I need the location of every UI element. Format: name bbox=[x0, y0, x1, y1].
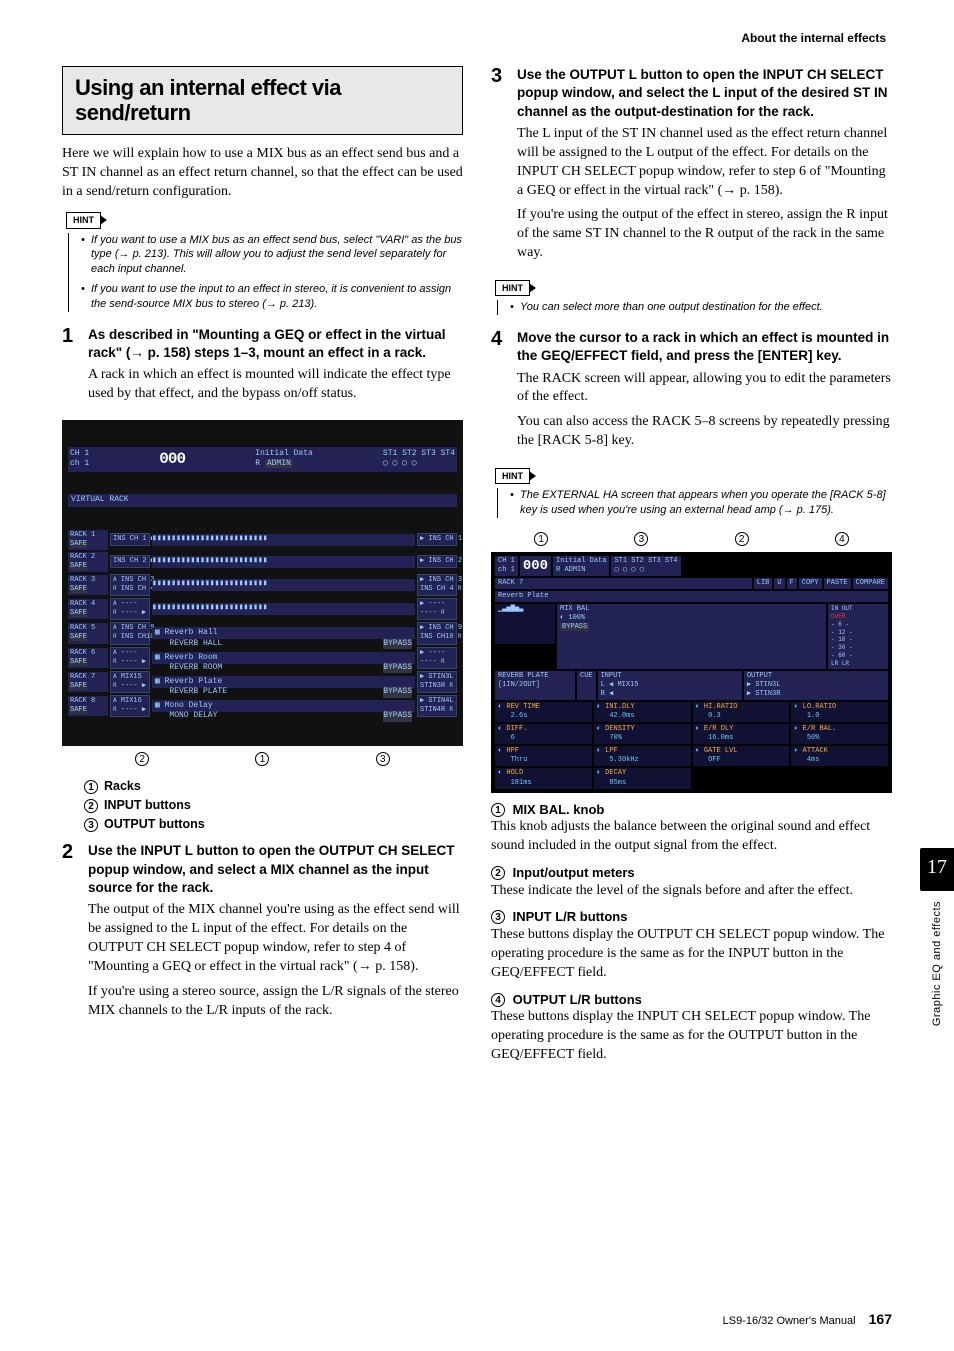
page-number: 167 bbox=[869, 1311, 892, 1327]
hint-item: If you want to use the input to an effec… bbox=[81, 282, 463, 312]
page-footer: LS9-16/32 Owner's Manual 167 bbox=[723, 1310, 892, 1329]
step-heading: Use the INPUT L button to open the OUTPU… bbox=[88, 842, 463, 897]
step-number: 2 bbox=[62, 842, 80, 1026]
step-heading: Use the OUTPUT L button to open the INPU… bbox=[517, 66, 892, 121]
step-number: 4 bbox=[491, 329, 509, 457]
chapter-title: Graphic EQ and effects bbox=[930, 901, 945, 1026]
legend-label: INPUT buttons bbox=[104, 798, 191, 812]
step-number: 1 bbox=[62, 326, 80, 410]
hint-item: If you want to use a MIX bus as an effec… bbox=[81, 233, 463, 278]
right-column: 3 Use the OUTPUT L button to open the IN… bbox=[491, 66, 892, 1071]
step-body: The L input of the ST IN channel used as… bbox=[517, 125, 892, 201]
page-title: Using an internal effect via send/return bbox=[75, 75, 450, 126]
description-item: 2 Input/output metersThese indicate the … bbox=[491, 864, 892, 900]
hint-box-top: HINT If you want to use a MIX bus as an … bbox=[62, 211, 463, 311]
hint-item: You can select more than one output dest… bbox=[510, 300, 892, 315]
description-item: 4 OUTPUT L/R buttonsThese buttons displa… bbox=[491, 991, 892, 1065]
step-1: 1 As described in "Mounting a GEQ or eff… bbox=[62, 326, 463, 410]
callout-3: 3 bbox=[376, 752, 390, 766]
step-2: 2 Use the INPUT L button to open the OUT… bbox=[62, 842, 463, 1026]
intro-paragraph: Here we will explain how to use a MIX bu… bbox=[62, 145, 463, 202]
hint-box-step3: HINT You can select more than one output… bbox=[491, 279, 892, 315]
legend-label: OUTPUT buttons bbox=[104, 817, 205, 831]
figure2-top-callouts: 1 3 2 4 bbox=[491, 532, 892, 546]
title-box: Using an internal effect via send/return bbox=[62, 66, 463, 135]
hint-label: HINT bbox=[495, 280, 530, 296]
description-item: 1 MIX BAL. knobThis knob adjusts the bal… bbox=[491, 801, 892, 856]
step-heading: As described in "Mounting a GEQ or effec… bbox=[88, 326, 463, 362]
hint-label: HINT bbox=[495, 468, 530, 484]
step-4: 4 Move the cursor to a rack in which an … bbox=[491, 329, 892, 457]
step-heading: Move the cursor to a rack in which an ef… bbox=[517, 329, 892, 365]
figure-rack-screen: CH 1ch 1 000 Initial DataR ADMIN ST1 ST2… bbox=[491, 552, 892, 793]
section-header: About the internal effects bbox=[62, 30, 892, 46]
callout-1: 1 bbox=[255, 752, 269, 766]
manual-name: LS9-16/32 Owner's Manual bbox=[723, 1315, 856, 1327]
step-body: The output of the MIX channel you're usi… bbox=[88, 901, 463, 977]
callout-2: 2 bbox=[135, 752, 149, 766]
figure-callouts: 2 1 3 bbox=[82, 752, 443, 766]
chapter-tab: 17 Graphic EQ and effects bbox=[920, 848, 954, 1026]
step-number: 3 bbox=[491, 66, 509, 269]
hint-item: The EXTERNAL HA screen that appears when… bbox=[510, 488, 892, 518]
legend-list-1: 1Racks 2INPUT buttons 3OUTPUT buttons bbox=[84, 778, 463, 833]
step-3: 3 Use the OUTPUT L button to open the IN… bbox=[491, 66, 892, 269]
hint-box-step4: HINT The EXTERNAL HA screen that appears… bbox=[491, 467, 892, 518]
description-item: 3 INPUT L/R buttonsThese buttons display… bbox=[491, 908, 892, 982]
step-body: If you're using the output of the effect… bbox=[517, 206, 892, 263]
step-body: The RACK screen will appear, allowing yo… bbox=[517, 370, 892, 408]
figure-virtual-rack: CH 1ch 1 000 Initial DataR ADMIN ST1 ST2… bbox=[62, 420, 463, 746]
left-column: Using an internal effect via send/return… bbox=[62, 66, 463, 1071]
legend-label: Racks bbox=[104, 779, 141, 793]
step-body: If you're using a stereo source, assign … bbox=[88, 983, 463, 1021]
hint-label: HINT bbox=[66, 212, 101, 228]
step-body: A rack in which an effect is mounted wil… bbox=[88, 366, 463, 404]
chapter-number: 17 bbox=[920, 848, 954, 891]
step-body: You can also access the RACK 5–8 screens… bbox=[517, 413, 892, 451]
